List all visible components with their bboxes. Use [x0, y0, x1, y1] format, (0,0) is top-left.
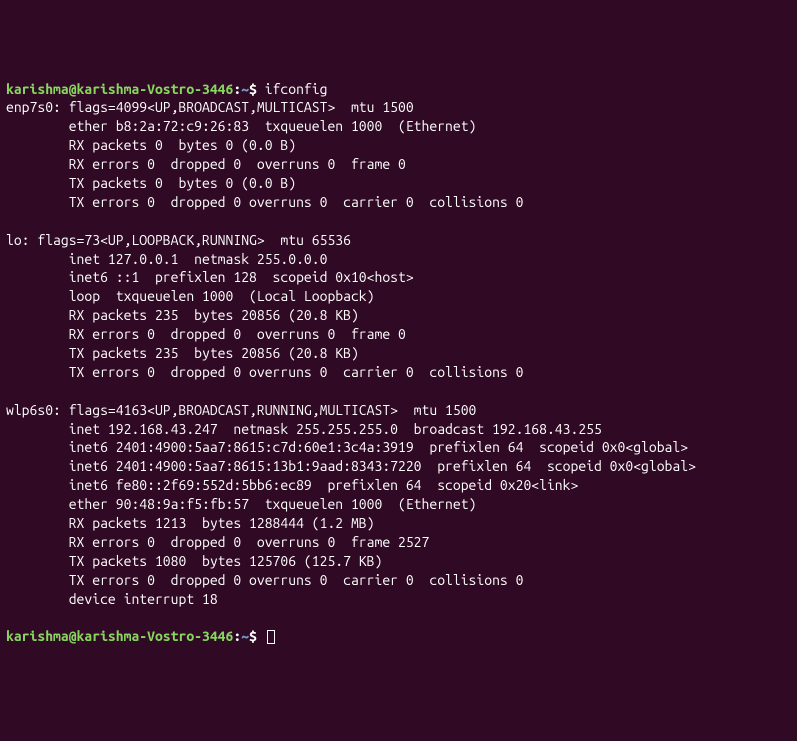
- wlp6s0-tx-packets: TX packets 1080 bytes 125706 (125.7 KB): [6, 552, 791, 571]
- prompt-line-1: karishma@karishma-Vostro-3446:~$ ifconfi…: [6, 80, 791, 99]
- blank-line-3: [6, 609, 791, 628]
- wlp6s0-flags: wlp6s0: flags=4163<UP,BROADCAST,RUNNING,…: [6, 401, 791, 420]
- cursor-icon: [267, 630, 275, 644]
- prompt-dollar-2: $: [249, 628, 265, 644]
- lo-inet: inet 127.0.0.1 netmask 255.0.0.0: [6, 250, 791, 269]
- enp7s0-ether: ether b8:2a:72:c9:26:83 txqueuelen 1000 …: [6, 117, 791, 136]
- command-text: ifconfig: [265, 81, 328, 97]
- prompt-user-host: karishma@karishma-Vostro-3446: [6, 81, 233, 97]
- prompt-path: ~: [241, 81, 249, 97]
- wlp6s0-device-interrupt: device interrupt 18: [6, 590, 791, 609]
- lo-rx-packets: RX packets 235 bytes 20856 (20.8 KB): [6, 306, 791, 325]
- wlp6s0-inet: inet 192.168.43.247 netmask 255.255.255.…: [6, 420, 791, 439]
- blank-line-1: [6, 212, 791, 231]
- enp7s0-tx-packets: TX packets 0 bytes 0 (0.0 B): [6, 174, 791, 193]
- prompt-user-host-2: karishma@karishma-Vostro-3446: [6, 628, 233, 644]
- wlp6s0-tx-errors: TX errors 0 dropped 0 overruns 0 carrier…: [6, 571, 791, 590]
- wlp6s0-inet6-2: inet6 2401:4900:5aa7:8615:13b1:9aad:8343…: [6, 457, 791, 476]
- enp7s0-rx-packets: RX packets 0 bytes 0 (0.0 B): [6, 136, 791, 155]
- prompt-path-2: ~: [241, 628, 249, 644]
- lo-tx-packets: TX packets 235 bytes 20856 (20.8 KB): [6, 344, 791, 363]
- prompt-separator-2: :: [233, 628, 241, 644]
- lo-rx-errors: RX errors 0 dropped 0 overruns 0 frame 0: [6, 325, 791, 344]
- enp7s0-flags: enp7s0: flags=4099<UP,BROADCAST,MULTICAS…: [6, 98, 791, 117]
- lo-inet6: inet6 ::1 prefixlen 128 scopeid 0x10<hos…: [6, 268, 791, 287]
- enp7s0-tx-errors: TX errors 0 dropped 0 overruns 0 carrier…: [6, 193, 791, 212]
- lo-flags: lo: flags=73<UP,LOOPBACK,RUNNING> mtu 65…: [6, 231, 791, 250]
- blank-line-2: [6, 382, 791, 401]
- lo-loop: loop txqueuelen 1000 (Local Loopback): [6, 287, 791, 306]
- prompt-dollar: $: [249, 81, 265, 97]
- wlp6s0-ether: ether 90:48:9a:f5:fb:57 txqueuelen 1000 …: [6, 495, 791, 514]
- terminal-output[interactable]: karishma@karishma-Vostro-3446:~$ ifconfi…: [6, 80, 791, 647]
- enp7s0-rx-errors: RX errors 0 dropped 0 overruns 0 frame 0: [6, 155, 791, 174]
- wlp6s0-inet6-3: inet6 fe80::2f69:552d:5bb6:ec89 prefixle…: [6, 476, 791, 495]
- wlp6s0-inet6-1: inet6 2401:4900:5aa7:8615:c7d:60e1:3c4a:…: [6, 438, 791, 457]
- wlp6s0-rx-errors: RX errors 0 dropped 0 overruns 0 frame 2…: [6, 533, 791, 552]
- prompt-line-2[interactable]: karishma@karishma-Vostro-3446:~$: [6, 627, 791, 646]
- lo-tx-errors: TX errors 0 dropped 0 overruns 0 carrier…: [6, 363, 791, 382]
- wlp6s0-rx-packets: RX packets 1213 bytes 1288444 (1.2 MB): [6, 514, 791, 533]
